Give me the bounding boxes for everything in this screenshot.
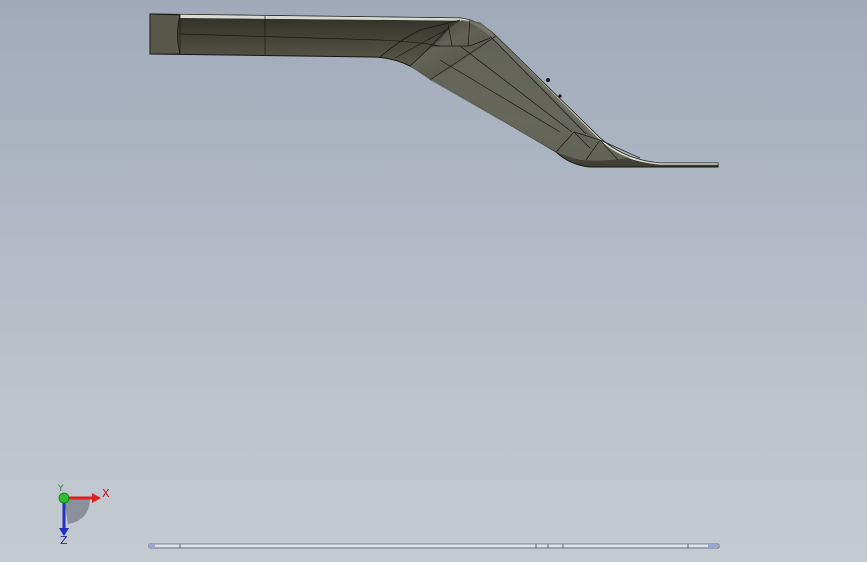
part-mark-1 xyxy=(546,78,550,82)
triad-z-label: Z xyxy=(60,534,68,546)
reference-triad[interactable]: X Y Z xyxy=(50,484,120,546)
graphics-viewport[interactable]: X Y Z xyxy=(0,0,867,562)
part-body[interactable] xyxy=(149,13,719,168)
part-left-end xyxy=(149,13,181,55)
triad-shadow xyxy=(64,498,90,524)
flat-edge-view[interactable] xyxy=(148,543,720,549)
triad-x-label: X xyxy=(102,487,110,500)
flat-edge-strip[interactable] xyxy=(148,543,720,549)
triad-y-axis-icon xyxy=(58,492,70,504)
triad-x-arrowhead xyxy=(92,493,101,503)
flat-end-cap-left xyxy=(149,544,155,548)
model-view[interactable] xyxy=(0,0,867,562)
triad-y-label: Y xyxy=(57,484,64,494)
flat-end-cap-right xyxy=(708,544,718,548)
part-mark-2 xyxy=(558,94,562,98)
sheet-metal-part[interactable] xyxy=(149,13,719,168)
